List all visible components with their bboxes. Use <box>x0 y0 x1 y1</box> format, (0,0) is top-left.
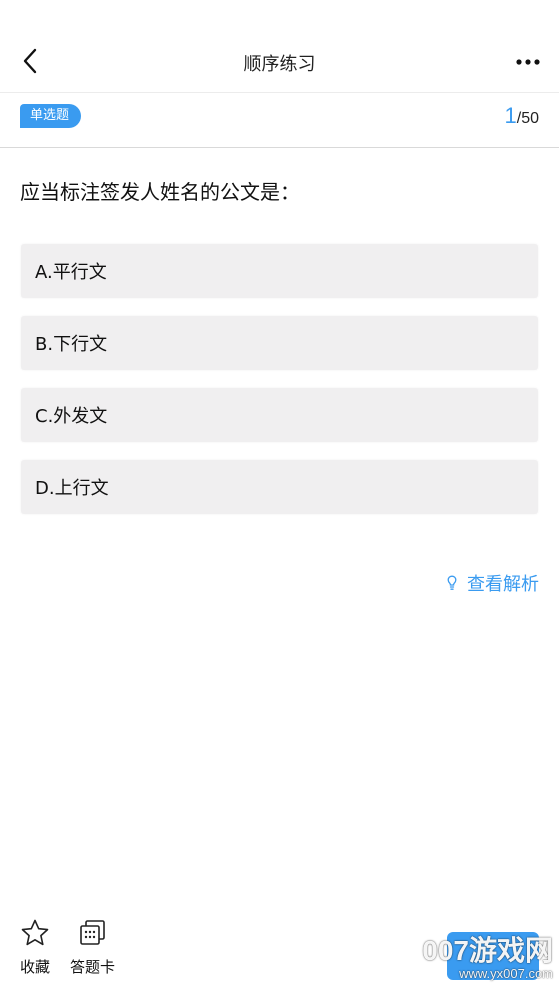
option-a[interactable]: A.平行文 <box>21 244 538 298</box>
view-analysis-button[interactable]: 查看解析 <box>447 570 539 596</box>
page-title: 顺序练习 <box>243 54 316 75</box>
option-label: B.下行文 <box>35 334 108 355</box>
total-question-count: 50 <box>521 110 539 127</box>
option-label: D.上行文 <box>35 478 109 499</box>
option-label: A.平行文 <box>35 262 107 283</box>
question-type-badge: 单选题 <box>20 104 82 128</box>
current-question-number: 1 <box>504 103 517 128</box>
favorite-button[interactable]: 收藏 <box>20 918 50 977</box>
option-label: C.外发文 <box>35 406 108 427</box>
question-progress: 1/50 <box>505 103 540 129</box>
option-d[interactable]: D.上行文 <box>21 460 538 514</box>
lightbulb-icon <box>447 575 457 591</box>
option-c[interactable]: C.外发文 <box>21 388 538 442</box>
question-info-bar: 单选题 1/50 <box>0 93 559 148</box>
top-bar: 顺序练习 <box>0 0 559 93</box>
option-b[interactable]: B.下行文 <box>21 316 538 370</box>
watermark-main-text: 007游戏网 <box>422 935 553 966</box>
favorite-label: 收藏 <box>20 958 51 976</box>
answer-card-label: 答题卡 <box>70 958 116 976</box>
watermark-url-text: www.yx007.com <box>459 966 553 981</box>
star-icon <box>21 919 49 946</box>
question-text: 应当标注签发人姓名的公文是： <box>20 180 300 204</box>
site-watermark: 007游戏网 www.yx007.com <box>422 936 553 982</box>
view-analysis-label: 查看解析 <box>467 574 539 595</box>
more-button[interactable] <box>513 48 543 76</box>
answer-card-button[interactable]: 答题卡 <box>70 918 115 977</box>
more-horizontal-icon <box>516 59 540 65</box>
answer-card-icon <box>79 920 105 945</box>
